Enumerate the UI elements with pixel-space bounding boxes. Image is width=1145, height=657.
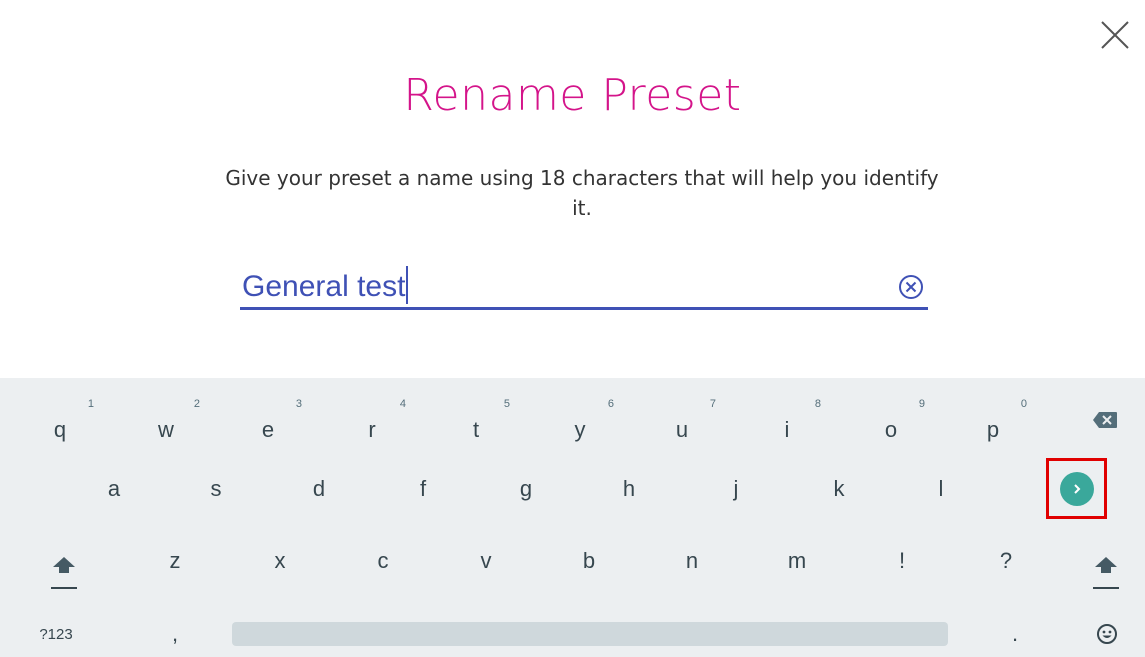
- key-o[interactable]: o9: [851, 390, 931, 450]
- key-question[interactable]: ?: [966, 532, 1046, 590]
- key-f-label: f: [419, 476, 427, 501]
- key-r-label: r: [368, 417, 376, 442]
- key-p[interactable]: p0: [953, 390, 1033, 450]
- key-b[interactable]: b: [549, 532, 629, 590]
- symbols-key[interactable]: ?123: [28, 614, 84, 654]
- backspace-key[interactable]: [1075, 390, 1135, 450]
- key-w-label: w: [158, 417, 174, 442]
- key-exclamation-label: !: [898, 548, 906, 573]
- key-b-label: b: [582, 548, 596, 573]
- key-j[interactable]: j: [696, 460, 776, 518]
- key-d[interactable]: d: [279, 460, 359, 518]
- dialog-title: Rename Preset: [403, 70, 742, 121]
- text-caret: [406, 266, 409, 304]
- comma-key-label: ,: [171, 621, 179, 646]
- key-hint-2: 2: [193, 398, 200, 410]
- key-k-label: k: [833, 476, 845, 501]
- key-q[interactable]: q1: [20, 390, 100, 450]
- key-s[interactable]: s: [176, 460, 256, 518]
- key-hint-5: 5: [503, 398, 510, 410]
- key-n[interactable]: n: [652, 532, 732, 590]
- key-hint-1: 1: [87, 398, 94, 410]
- key-w[interactable]: w2: [126, 390, 206, 450]
- backspace-icon: [1093, 412, 1117, 428]
- preset-name-value: General test: [242, 270, 406, 303]
- key-n-label: n: [685, 548, 699, 573]
- key-i-label: i: [784, 417, 790, 442]
- key-g-label: g: [519, 476, 533, 501]
- dialog-description: Give your preset a name using 18 charact…: [225, 166, 939, 220]
- key-hint-6: 6: [607, 398, 614, 410]
- space-key[interactable]: [232, 622, 948, 646]
- key-l-label: l: [938, 476, 944, 501]
- key-t[interactable]: t5: [436, 390, 516, 450]
- key-f[interactable]: f: [383, 460, 463, 518]
- key-m-label: m: [787, 548, 807, 573]
- shift-left-key[interactable]: [36, 532, 92, 598]
- key-h-label: h: [622, 476, 636, 501]
- key-t-label: t: [472, 417, 480, 442]
- shift-icon: [1095, 557, 1117, 573]
- key-y-label: y: [574, 417, 586, 442]
- shift-right-key[interactable]: [1078, 532, 1134, 598]
- key-e-label: e: [261, 417, 275, 442]
- key-u[interactable]: u7: [642, 390, 722, 450]
- key-m[interactable]: m: [757, 532, 837, 590]
- key-k[interactable]: k: [799, 460, 879, 518]
- key-d-label: d: [312, 476, 326, 501]
- key-p-label: p: [986, 417, 1000, 442]
- close-icon[interactable]: [1098, 18, 1132, 52]
- shift-icon: [53, 557, 75, 573]
- key-s-label: s: [210, 476, 222, 501]
- key-z[interactable]: z: [135, 532, 215, 590]
- period-key[interactable]: .: [990, 614, 1040, 654]
- preset-name-input[interactable]: General test: [242, 266, 409, 304]
- shift-underline: [1093, 587, 1119, 589]
- shift-underline: [51, 587, 77, 589]
- key-e[interactable]: e3: [228, 390, 308, 450]
- key-hint-4: 4: [399, 398, 406, 410]
- key-y[interactable]: y6: [540, 390, 620, 450]
- symbols-key-label: ?123: [39, 625, 73, 643]
- key-q-label: q: [53, 417, 67, 442]
- key-c[interactable]: c: [343, 532, 423, 590]
- emoji-icon: [1097, 624, 1117, 644]
- key-u-label: u: [675, 417, 689, 442]
- key-v[interactable]: v: [446, 532, 526, 590]
- preset-name-field[interactable]: General test: [240, 260, 928, 310]
- key-hint-8: 8: [814, 398, 821, 410]
- enter-key[interactable]: [1049, 461, 1104, 516]
- key-hint-0: 0: [1020, 398, 1027, 410]
- clear-circle-icon[interactable]: [896, 272, 926, 302]
- comma-key[interactable]: ,: [150, 614, 200, 654]
- key-i[interactable]: i8: [747, 390, 827, 450]
- chevron-right-icon: [1059, 471, 1094, 506]
- key-question-label: ?: [999, 548, 1013, 573]
- key-exclamation[interactable]: !: [862, 532, 942, 590]
- key-v-label: v: [480, 548, 492, 573]
- key-h[interactable]: h: [589, 460, 669, 518]
- key-x[interactable]: x: [240, 532, 320, 590]
- key-l[interactable]: l: [901, 460, 981, 518]
- key-o-label: o: [884, 417, 898, 442]
- key-x-label: x: [274, 548, 286, 573]
- key-z-label: z: [169, 548, 181, 573]
- key-hint-9: 9: [918, 398, 925, 410]
- key-a-label: a: [107, 476, 121, 501]
- soft-keyboard: q 1 w 2 e 3 r 4 t 5 y 6 u 7 i 8 o 9 p 0 a s d f g h j k l z x c v b n m!? ?1…: [0, 378, 1145, 657]
- key-j-label: j: [733, 476, 739, 501]
- period-key-label: .: [1011, 621, 1019, 646]
- key-hint-7: 7: [709, 398, 716, 410]
- key-g[interactable]: g: [486, 460, 566, 518]
- key-r[interactable]: r4: [332, 390, 412, 450]
- key-hint-3: 3: [295, 398, 302, 410]
- key-c-label: c: [377, 548, 389, 573]
- emoji-key[interactable]: [1084, 614, 1130, 654]
- key-a[interactable]: a: [74, 460, 154, 518]
